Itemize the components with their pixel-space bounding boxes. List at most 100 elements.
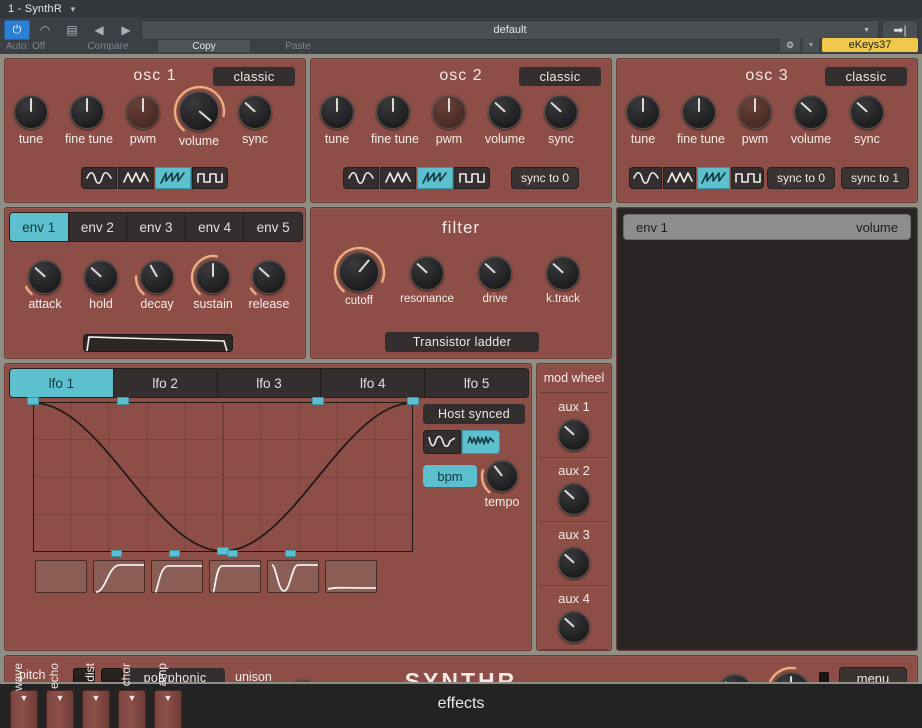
sine-wave-icon[interactable] bbox=[343, 167, 379, 189]
env-tab-5[interactable]: env 5 bbox=[244, 213, 302, 241]
saw-wave-icon[interactable] bbox=[417, 167, 453, 189]
lfo-waveform-editor[interactable] bbox=[33, 402, 413, 552]
knob-dial[interactable] bbox=[558, 547, 590, 579]
shape-rise-icon[interactable] bbox=[151, 560, 203, 593]
osc-1-knob-volume[interactable]: volume bbox=[173, 85, 225, 148]
lfo-smooth-wave-icon[interactable] bbox=[423, 430, 461, 454]
env-knob-attack[interactable]: attack bbox=[19, 260, 71, 311]
saw-wave-icon[interactable] bbox=[155, 167, 191, 189]
osc-1-knob-fine-tune[interactable]: fine tune bbox=[65, 95, 113, 146]
osc-2-knob-volume[interactable]: volume bbox=[483, 95, 527, 146]
to-end-icon[interactable]: ➡| bbox=[882, 20, 918, 40]
knob-dial[interactable] bbox=[134, 260, 174, 295]
knob-dial[interactable] bbox=[480, 460, 518, 493]
osc-1-knob-pwm[interactable]: pwm bbox=[121, 95, 165, 146]
knob-dial[interactable] bbox=[376, 95, 410, 129]
knob-dial[interactable] bbox=[488, 95, 522, 129]
lfo-node-handle[interactable] bbox=[117, 397, 129, 405]
knob-dial[interactable] bbox=[794, 95, 828, 129]
lfo-tab-3[interactable]: lfo 3 bbox=[218, 369, 322, 397]
osc-3-knob-sync[interactable]: sync bbox=[845, 95, 889, 146]
filter-knob-cutoff[interactable]: cutoff bbox=[329, 246, 389, 307]
preset-selector[interactable]: default ▼ bbox=[141, 20, 879, 40]
lfo-shape-handle[interactable] bbox=[227, 550, 238, 557]
knob-dial[interactable] bbox=[238, 95, 272, 129]
copy-button[interactable]: Copy bbox=[158, 40, 250, 52]
effect-slot-1[interactable]: ▼ wave bbox=[10, 663, 38, 728]
knob-dial[interactable] bbox=[558, 483, 590, 515]
shape-flat-icon[interactable] bbox=[35, 560, 87, 593]
osc-2-knob-fine-tune[interactable]: fine tune bbox=[371, 95, 419, 146]
knob-dial[interactable] bbox=[478, 256, 512, 290]
osc-1-knob-sync[interactable]: sync bbox=[233, 95, 277, 146]
knob-dial[interactable] bbox=[320, 95, 354, 129]
saw-wave-icon[interactable] bbox=[697, 167, 730, 189]
lfo-stepped-wave-icon[interactable] bbox=[462, 430, 500, 454]
lfo-node-handle[interactable] bbox=[27, 397, 39, 405]
compare-button[interactable]: Compare bbox=[60, 40, 156, 52]
env-knob-hold[interactable]: hold bbox=[75, 260, 127, 311]
filter-knob-k-track[interactable]: k.track bbox=[533, 256, 593, 305]
osc-3-knob-fine-tune[interactable]: fine tune bbox=[677, 95, 725, 146]
osc-3-knob-volume[interactable]: volume bbox=[789, 95, 833, 146]
bypass-icon[interactable]: ◠ bbox=[33, 20, 57, 40]
lfo-tempo-knob[interactable]: tempo bbox=[473, 460, 531, 509]
sine-wave-icon[interactable] bbox=[629, 167, 662, 189]
osc-mode-button[interactable]: classic bbox=[213, 67, 295, 86]
sine-wave-icon[interactable] bbox=[81, 167, 117, 189]
knob-dial[interactable] bbox=[738, 95, 772, 129]
knob-dial[interactable] bbox=[626, 95, 660, 129]
osc-2-knob-sync[interactable]: sync bbox=[539, 95, 583, 146]
triangle-wave-icon[interactable] bbox=[118, 167, 154, 189]
env-knob-release[interactable]: release bbox=[243, 260, 295, 311]
square-wave-icon[interactable] bbox=[731, 167, 764, 189]
sync-button[interactable]: sync to 0 bbox=[767, 167, 836, 189]
shape-scurve-icon[interactable] bbox=[93, 560, 145, 593]
lfo-host-synced-button[interactable]: Host synced bbox=[423, 404, 525, 424]
chevron-down-icon[interactable]: ▼ bbox=[69, 5, 77, 14]
aux-3-knob[interactable] bbox=[540, 547, 608, 579]
lfo-node-handle[interactable] bbox=[312, 397, 324, 405]
shape-v-icon[interactable] bbox=[267, 560, 319, 593]
midi-device-badge[interactable]: eKeys37 bbox=[822, 38, 918, 52]
knob-dial[interactable] bbox=[126, 95, 160, 129]
lfo-shape-handle[interactable] bbox=[111, 550, 122, 557]
osc-3-knob-tune[interactable]: tune bbox=[621, 95, 665, 146]
shape-line-icon[interactable] bbox=[325, 560, 377, 593]
square-wave-icon[interactable] bbox=[454, 167, 490, 189]
sync-button[interactable]: sync to 0 bbox=[511, 167, 580, 189]
auto-status[interactable]: Auto: Off bbox=[4, 40, 58, 52]
shape-step-icon[interactable] bbox=[209, 560, 261, 593]
triangle-wave-icon[interactable] bbox=[663, 167, 696, 189]
knob-dial[interactable] bbox=[84, 260, 118, 294]
effect-slot-4[interactable]: ▼ chor bbox=[118, 663, 146, 728]
lfo-bpm-button[interactable]: bpm bbox=[423, 465, 477, 487]
envelope-display-header[interactable]: env 1 volume bbox=[623, 214, 911, 240]
aux-4-knob[interactable] bbox=[540, 611, 608, 643]
env-tab-3[interactable]: env 3 bbox=[127, 213, 186, 241]
triangle-wave-icon[interactable] bbox=[380, 167, 416, 189]
power-icon[interactable]: ⏻ bbox=[4, 20, 30, 40]
filter-knob-resonance[interactable]: resonance bbox=[397, 256, 457, 305]
knob-dial[interactable] bbox=[333, 246, 385, 292]
envelope-scope[interactable] bbox=[83, 334, 233, 352]
next-arrow-icon[interactable]: ▶ bbox=[114, 20, 138, 40]
square-wave-icon[interactable] bbox=[192, 167, 228, 189]
chevron-down-icon[interactable]: ▼ bbox=[803, 38, 819, 52]
lfo-node-handle[interactable] bbox=[407, 397, 419, 405]
aux-1-knob[interactable] bbox=[540, 419, 608, 451]
knob-dial[interactable] bbox=[558, 419, 590, 451]
lfo-tab-4[interactable]: lfo 4 bbox=[321, 369, 426, 397]
lfo-tab-5[interactable]: lfo 5 bbox=[425, 369, 528, 397]
knob-dial[interactable] bbox=[682, 95, 716, 129]
document-icon[interactable]: ▤ bbox=[60, 20, 84, 40]
knob-dial[interactable] bbox=[190, 254, 230, 295]
knob-dial[interactable] bbox=[14, 95, 48, 129]
lfo-shape-handle[interactable] bbox=[169, 550, 180, 557]
knob-dial[interactable] bbox=[850, 95, 884, 129]
filter-type-button[interactable]: Transistor ladder bbox=[385, 332, 539, 352]
osc-mode-button[interactable]: classic bbox=[519, 67, 601, 86]
gear-icon[interactable]: ⚙ bbox=[780, 38, 800, 52]
knob-dial[interactable] bbox=[432, 95, 466, 129]
osc-mode-button[interactable]: classic bbox=[825, 67, 907, 86]
